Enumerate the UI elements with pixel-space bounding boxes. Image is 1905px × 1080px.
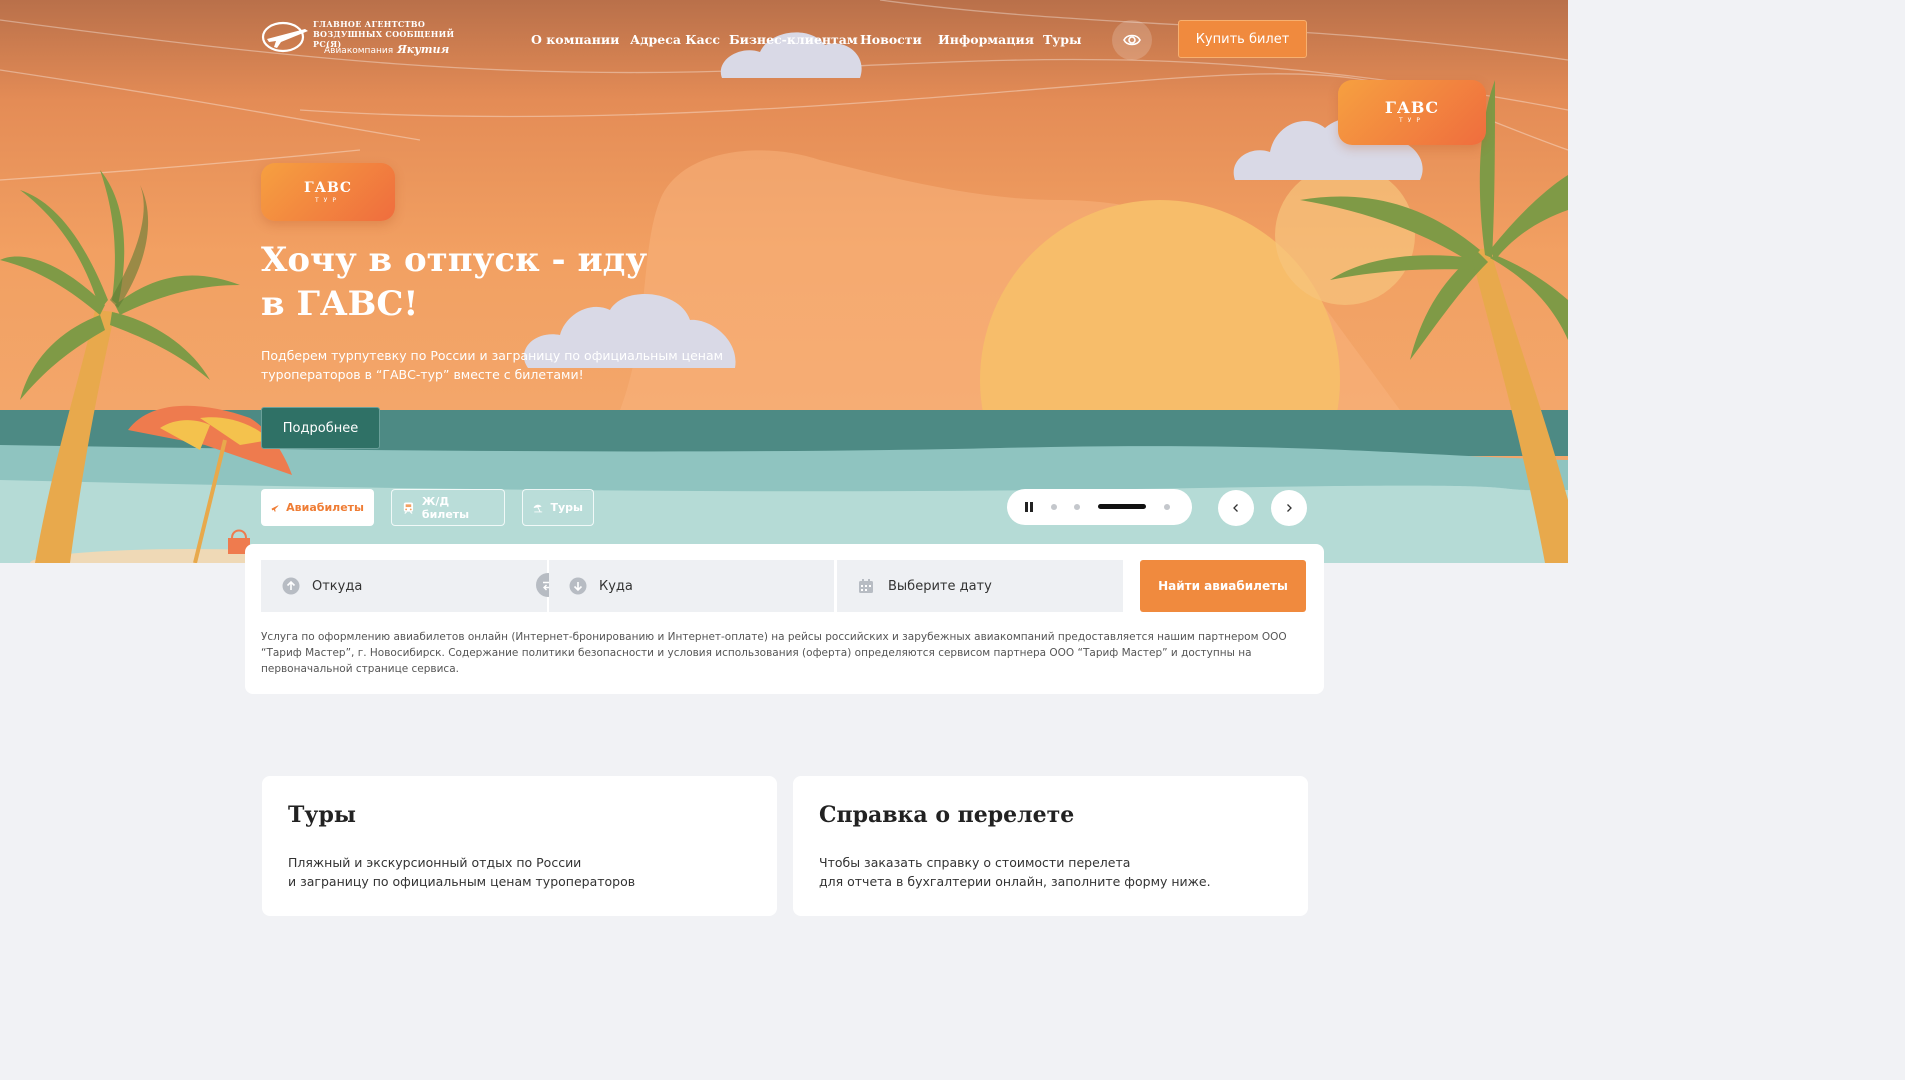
card-text-line-1: Чтобы заказать справку о стоимости перел… — [819, 855, 1131, 870]
gavs-tour-badge-floating: ГАВС ТУР — [1338, 80, 1486, 145]
site-logo[interactable]: ГЛАВНОЕ АГЕНТСТВО ВОЗДУШНЫХ СООБЩЕНИЙ РС… — [261, 18, 461, 58]
card-text-line-1: Пляжный и экскурсионный отдых по России — [288, 855, 582, 870]
card-text: Чтобы заказать справку о стоимости перел… — [819, 853, 1279, 891]
arrow-up-circle-icon — [282, 577, 300, 595]
slider-dot[interactable] — [1051, 504, 1057, 510]
eye-icon — [1123, 34, 1141, 46]
logo-airline: Авиакомпания Якутия — [324, 43, 449, 56]
partner-disclaimer: Услуга по оформлению авиабилетов онлайн … — [261, 631, 1287, 675]
gavs-tour-badge: ГАВС ТУР — [261, 163, 395, 221]
more-button[interactable]: Подробнее — [261, 407, 380, 449]
nav-item-news[interactable]: Новости — [860, 32, 922, 47]
nav-item-offices[interactable]: Адреса Касс — [630, 32, 720, 47]
beach-umbrella-icon — [533, 504, 543, 512]
card-text-line-2: и заграницу по официальным ценам туропер… — [288, 874, 636, 889]
arrow-down-circle-icon — [569, 577, 587, 595]
tab-label: Туры — [550, 501, 584, 514]
pause-icon[interactable] — [1023, 501, 1035, 513]
accessibility-button[interactable] — [1112, 20, 1152, 60]
date-placeholder: Выберите дату — [888, 578, 992, 594]
nav-item-tours[interactable]: Туры — [1043, 32, 1082, 47]
from-placeholder: Откуда — [312, 578, 363, 594]
card-title: Туры — [288, 802, 356, 828]
date-field[interactable]: Выберите дату — [837, 560, 1123, 612]
plane-icon — [271, 504, 279, 511]
hero-illustration — [0, 0, 1568, 563]
badge-subtitle: ТУР — [315, 196, 341, 204]
hero-subtitle: Подберем турпутевку по России и заграниц… — [261, 348, 724, 382]
chevron-left-icon — [1233, 504, 1238, 512]
slider-dot-active[interactable] — [1098, 504, 1146, 509]
logo-airline-prefix: Авиакомпания — [324, 46, 394, 56]
hero-title: Хочу в отпуск - иду в ГАВС! — [261, 240, 648, 324]
badge-title: ГАВС — [303, 179, 353, 196]
flight-certificate-card[interactable]: Справка о перелете Чтобы заказать справк… — [793, 776, 1308, 916]
tab-label: Авиабилеты — [286, 501, 364, 514]
tab-tours[interactable]: Туры — [522, 489, 594, 526]
tab-flights[interactable]: Авиабилеты — [261, 489, 374, 526]
hero-banner: ГЛАВНОЕ АГЕНТСТВО ВОЗДУШНЫХ СООБЩЕНИЙ РС… — [0, 0, 1568, 563]
logo-airline-name: Якутия — [397, 43, 450, 56]
badge-subtitle: ТУР — [1399, 117, 1425, 124]
to-placeholder: Куда — [599, 578, 633, 594]
nav-item-info[interactable]: Информация — [938, 32, 1034, 47]
to-field[interactable]: Куда — [549, 560, 834, 612]
slider-prev-button[interactable] — [1218, 490, 1254, 526]
find-flights-button[interactable]: Найти авиабилеты — [1140, 560, 1306, 612]
logo-line-1: ГЛАВНОЕ АГЕНТСТВО — [313, 19, 426, 29]
tours-card[interactable]: Туры Пляжный и экскурсионный отдых по Ро… — [262, 776, 777, 916]
card-title: Справка о перелете — [819, 802, 1075, 828]
slider-next-button[interactable] — [1271, 490, 1307, 526]
badge-title: ГАВС — [1384, 98, 1440, 117]
nav-item-business[interactable]: Бизнес-клиентам — [729, 32, 858, 47]
card-text: Пляжный и экскурсионный отдых по России … — [288, 853, 748, 891]
from-field[interactable]: Откуда — [261, 560, 547, 612]
slider-control — [1007, 489, 1192, 525]
chevron-right-icon — [1287, 504, 1292, 512]
slider-dot[interactable] — [1074, 504, 1080, 510]
train-icon — [403, 501, 414, 514]
buy-ticket-button[interactable]: Купить билет — [1178, 20, 1307, 58]
tab-trains[interactable]: Ж/Д билеты — [391, 489, 505, 526]
tab-label: Ж/Д билеты — [421, 494, 470, 521]
logo-plane-icon — [261, 21, 308, 53]
slider-dot[interactable] — [1164, 504, 1170, 510]
flight-search-panel: Откуда Куда Выберите дату Найти авиабиле… — [245, 544, 1324, 694]
calendar-icon — [859, 579, 873, 593]
nav-item-about[interactable]: О компании — [531, 32, 619, 47]
card-text-line-2: для отчета в бухгалтерии онлайн, заполни… — [819, 874, 1211, 889]
